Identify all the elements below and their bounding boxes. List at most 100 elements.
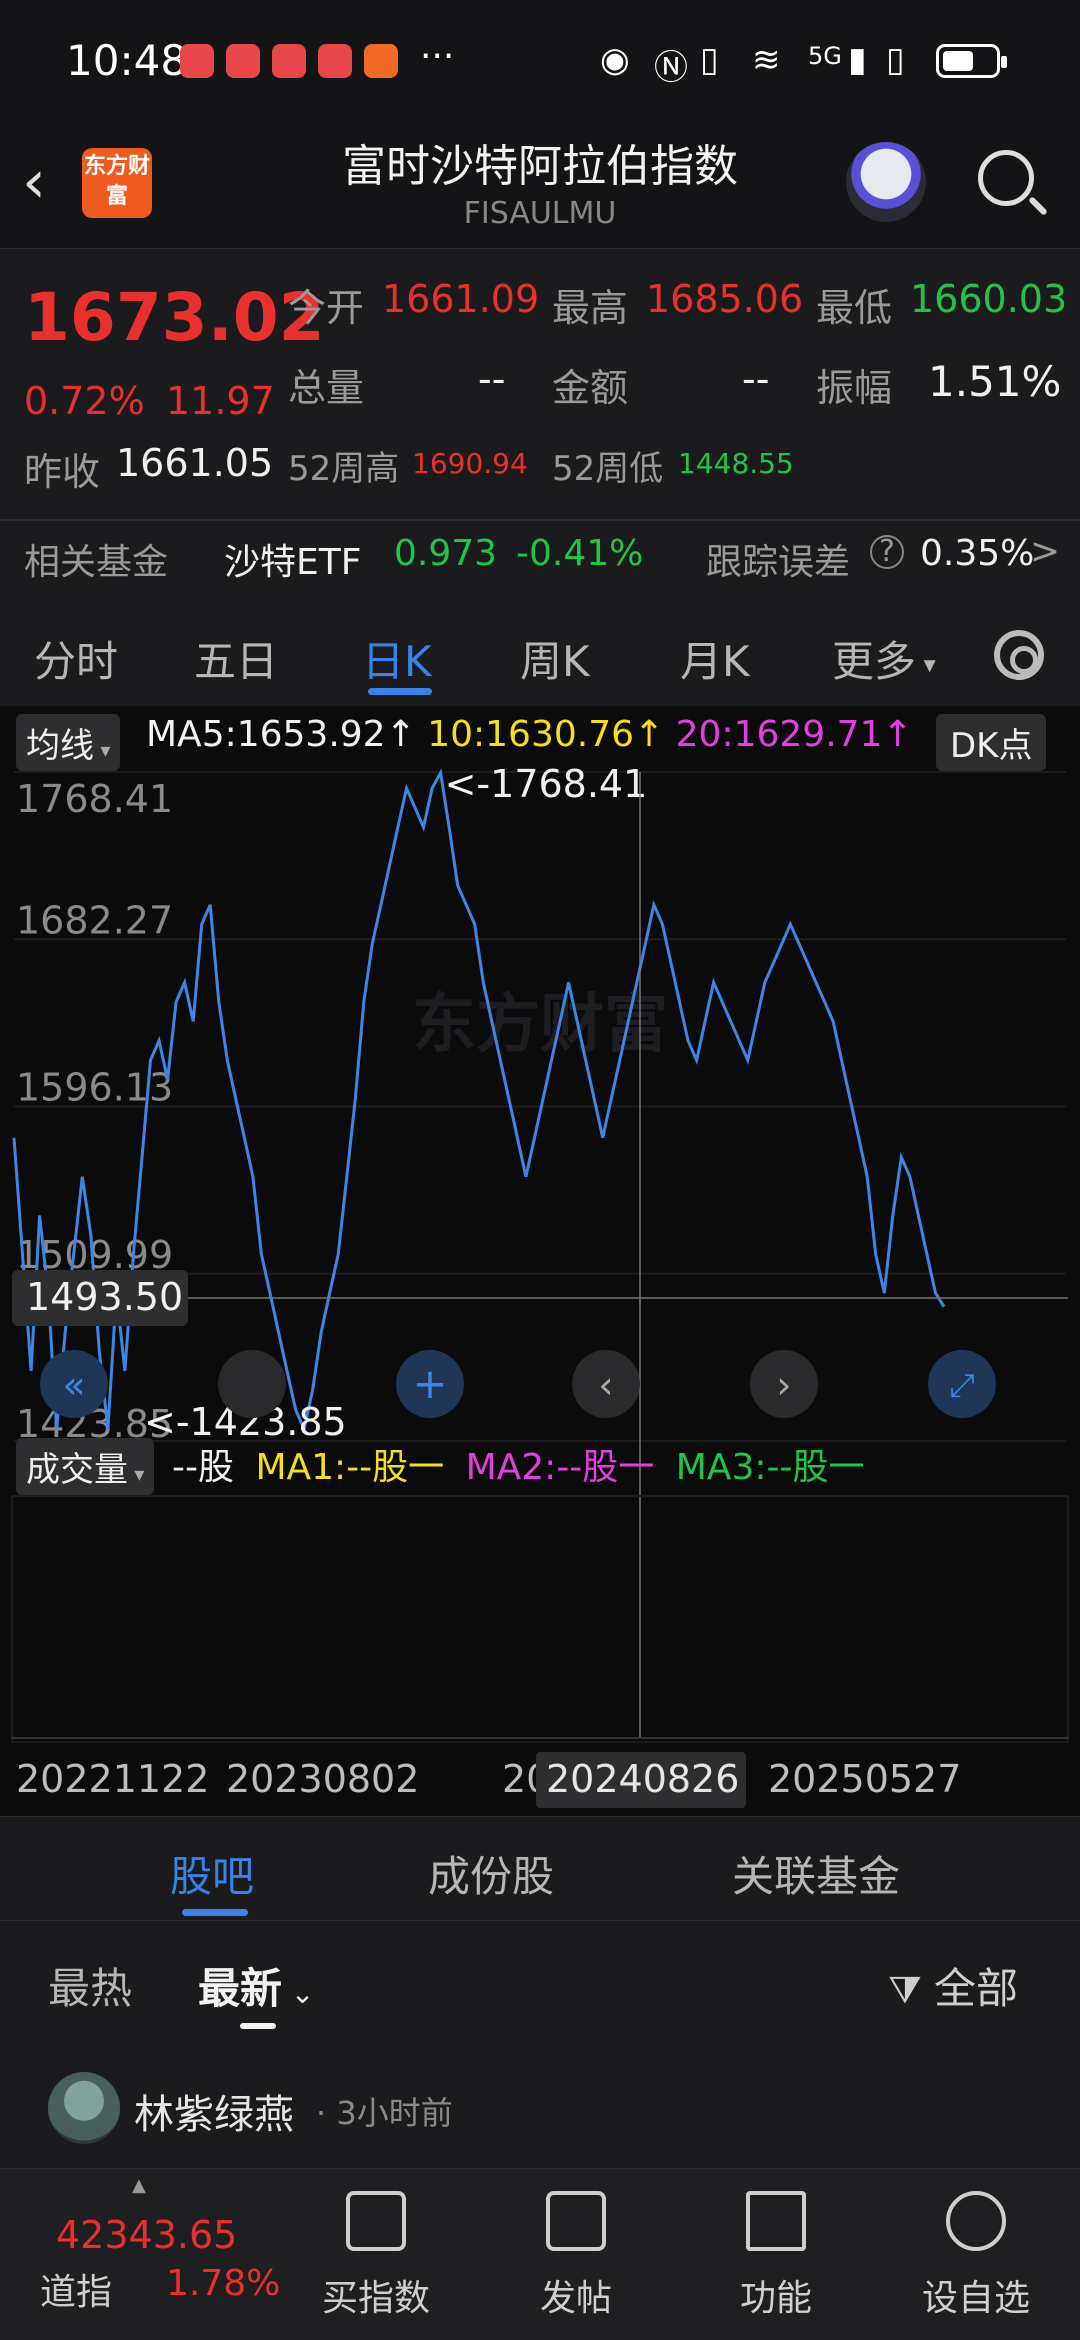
post-item[interactable]: 林紫绿燕 · 3小时前 (0, 2040, 1080, 2170)
prev-close-label: 昨收 (24, 450, 101, 494)
fund-price: 0.973 (394, 533, 498, 574)
chart-icon (346, 2191, 406, 2251)
crosshair-date: 20240826 (546, 1757, 739, 1801)
change-percent: 0.72% (24, 379, 145, 423)
tab-weekly-k[interactable]: 周K (520, 628, 590, 689)
chevron-right-icon: › (776, 1363, 791, 1407)
amount-label: 金额 (552, 366, 629, 410)
last-price: 1673.02 (24, 279, 325, 356)
wk52-high-value: 1690.94 (412, 447, 528, 480)
tab-more[interactable]: 更多 ▾ (832, 628, 936, 689)
active-tab-indicator (182, 1909, 248, 1916)
app-notification-icon (364, 44, 398, 78)
tracking-error-label: 跟踪误差 (706, 542, 851, 583)
community-tabs: 股吧 成份股 关联基金 (0, 1816, 1080, 1920)
open-label: 今开 (288, 286, 365, 330)
vol-ma2: MA2:--股一 (465, 1447, 655, 1488)
high-label: 最高 (552, 286, 629, 330)
amount-value: -- (742, 357, 770, 401)
nav-add-watchlist[interactable]: 设自选 (876, 2169, 1076, 2340)
more-circle-icon (946, 2191, 1006, 2251)
amplitude-value: 1.51% (928, 357, 1062, 406)
signal-icon: ▯ (886, 40, 905, 80)
filter-icon: ⧩ (888, 1968, 934, 2012)
eye-icon: ◉ (600, 40, 630, 80)
caret-up-icon: ▲ (132, 2175, 146, 2196)
chevron-left-icon: ‹ (598, 1363, 613, 1407)
high-value: 1685.06 (646, 277, 804, 321)
battery-icon (936, 44, 1007, 78)
vibrate-icon: ▯ (700, 40, 719, 80)
crosshair-price: 1493.50 (26, 1275, 183, 1319)
chevron-down-icon: ⌄ (282, 1977, 315, 2010)
tab-intraday[interactable]: 分时 (34, 628, 118, 689)
volume-selector-label: 成交量 (26, 1450, 128, 1490)
quote-panel: 1673.02 0.72% 11.97 今开 1661.09 最高 1685.0… (0, 248, 1080, 600)
tracking-error-value[interactable]: 0.35% (920, 533, 1034, 574)
x-tick-label: 20230802 (226, 1757, 419, 1801)
amplitude-label: 振幅 (816, 366, 893, 410)
tab-daily-k[interactable]: 日K (362, 628, 432, 689)
avatar[interactable] (48, 2072, 120, 2144)
sort-latest[interactable]: 最新 ⌄ (198, 1955, 314, 2016)
fund-name[interactable]: 沙特ETF (224, 533, 361, 585)
expand-icon: ⤢ (949, 1366, 975, 1404)
more-notifications-icon: ··· (420, 36, 455, 77)
post-author[interactable]: 林紫绿燕 (134, 2082, 294, 2140)
sort-hot[interactable]: 最热 (48, 1955, 132, 2016)
nav-functions-label: 功能 (739, 2278, 812, 2319)
kline-tabs: 分时 五日 日K 周K 月K 更多 ▾ (0, 604, 1080, 704)
nav-buy-index-label: 买指数 (321, 2278, 430, 2319)
tracking-error-arrow[interactable]: > (1030, 531, 1060, 572)
change-value: 11.97 (166, 379, 275, 423)
low-value: 1660.03 (910, 277, 1068, 321)
plus-icon: + (412, 1359, 447, 1408)
kline-chart-area: 均线 ▾ MA5:1653.92↑ 10:1630.76↑ 20:1629.71… (0, 706, 1080, 1816)
active-sort-indicator (240, 2023, 276, 2029)
volume-panel (11, 1495, 1069, 1743)
watermark: 东方财富 (412, 988, 668, 1062)
status-bar: 10:48 ··· ◉ Ⓝ ▯ ≋ 5G ▮ ▯ (0, 0, 1080, 120)
tab-guba[interactable]: 股吧 (170, 1843, 254, 1904)
search-icon[interactable] (978, 150, 1034, 206)
sort-row: 最热 最新 ⌄ ⧩ 全部 (0, 1920, 1080, 2040)
tab-more-label: 更多 (832, 637, 917, 686)
nav-buy-index[interactable]: 买指数 (276, 2169, 476, 2340)
nav-post[interactable]: 发帖 (476, 2169, 676, 2340)
prev-close-value: 1661.05 (116, 441, 274, 485)
status-time: 10:48 (66, 36, 188, 85)
price-chart[interactable]: 东方财富 1768.411682.271596.131509.991423.85… (0, 706, 1080, 1816)
y-tick-label: 1682.27 (16, 898, 173, 942)
divider (0, 519, 1080, 521)
nav-functions[interactable]: 功能 (676, 2169, 876, 2340)
vol-ma3: MA3:--股一 (675, 1447, 865, 1488)
assistant-robot-icon[interactable] (846, 142, 926, 222)
index-ticker[interactable]: ▲ 42343.65 道指 1.78% (0, 2169, 280, 2340)
post-time: · 3小时前 (316, 2094, 453, 2132)
fund-change: -0.41% (516, 533, 644, 574)
app-notification-icon (272, 44, 306, 78)
sort-latest-label: 最新 (198, 1964, 283, 2013)
volume-label: 总量 (288, 366, 365, 410)
tab-related-funds[interactable]: 关联基金 (732, 1843, 900, 1904)
tab-constituents[interactable]: 成份股 (428, 1843, 554, 1904)
ticker-change: 1.78% (166, 2263, 281, 2304)
active-tab-indicator (368, 688, 432, 695)
nav-post-label: 发帖 (539, 2278, 612, 2319)
y-tick-label: 1768.41 (16, 777, 173, 821)
app-notification-icon (180, 44, 214, 78)
volume-selector[interactable]: 成交量 ▾ (16, 1438, 155, 1495)
low-label: 最低 (816, 286, 893, 330)
edit-icon (546, 2191, 606, 2251)
tab-five-day[interactable]: 五日 (194, 628, 278, 689)
max-annotation: <-1768.41 (445, 762, 648, 806)
grid-icon (746, 2191, 806, 2251)
filter-button[interactable]: ⧩ 全部 (888, 1955, 1018, 2016)
ticker-name: 道指 (40, 2272, 113, 2313)
help-icon[interactable]: ? (870, 535, 904, 569)
volume-ma-values: --股 MA1:--股一 MA2:--股一 MA3:--股一 (172, 1438, 864, 1490)
gear-icon[interactable] (994, 630, 1044, 680)
related-fund-label: 相关基金 (24, 542, 169, 583)
tab-monthly-k[interactable]: 月K (680, 628, 750, 689)
zoom-out-button[interactable] (218, 1350, 286, 1418)
